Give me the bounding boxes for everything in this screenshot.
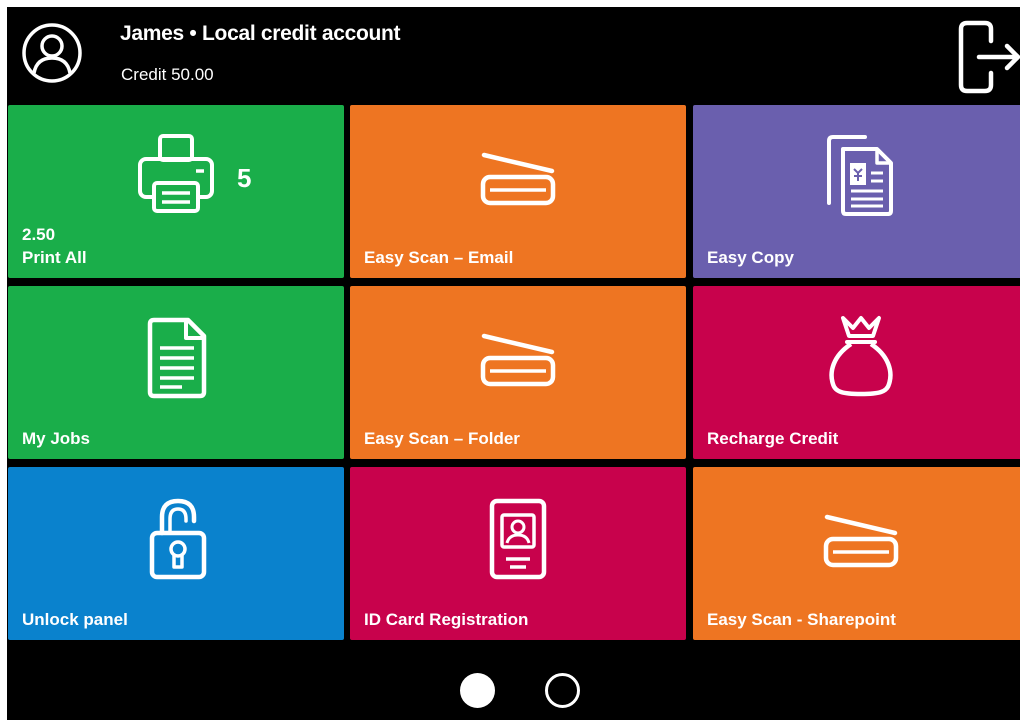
document-icon <box>147 317 207 399</box>
page-dot-1-active[interactable] <box>460 673 495 708</box>
user-header: James • Local credit account Credit 50.0… <box>7 7 1020 105</box>
page-indicator <box>7 652 1020 720</box>
scanner-icon <box>480 152 556 206</box>
terminal-screen: James • Local credit account Credit 50.0… <box>7 7 1020 720</box>
print-all-cost: 2.50 <box>22 225 56 244</box>
tile-my-jobs[interactable]: My Jobs <box>8 286 344 459</box>
tile-label: Easy Scan - Sharepoint <box>707 610 896 629</box>
tile-label: Easy Scan – Folder <box>364 429 520 448</box>
tile-easy-scan-sharepoint[interactable]: Easy Scan - Sharepoint <box>693 467 1020 640</box>
tile-unlock-panel[interactable]: Unlock panel <box>8 467 344 640</box>
printer-icon <box>138 134 214 213</box>
tile-label: Print All <box>22 248 87 267</box>
tile-label: Recharge Credit <box>707 429 839 448</box>
tile-label: My Jobs <box>22 429 91 448</box>
tile-label: ID Card Registration <box>364 610 529 629</box>
logout-icon[interactable] <box>957 17 1020 97</box>
tile-easy-scan-email[interactable]: Easy Scan – Email <box>350 105 686 278</box>
unlocked-padlock-icon <box>149 498 207 580</box>
tile-id-card-registration[interactable]: ID Card Registration <box>350 467 686 640</box>
print-job-count: 5 <box>237 163 252 193</box>
tile-label: Easy Copy <box>707 248 794 267</box>
tile-easy-copy[interactable]: Easy Copy <box>693 105 1020 278</box>
money-bag-icon <box>829 316 893 397</box>
page-dot-2[interactable] <box>545 673 580 708</box>
copy-documents-icon <box>827 135 893 216</box>
tile-label: Easy Scan – Email <box>364 248 514 267</box>
user-avatar-icon[interactable] <box>21 22 83 84</box>
tile-label: Unlock panel <box>22 610 128 629</box>
id-card-icon <box>489 498 547 580</box>
tile-print-all[interactable]: 5 2.50 Print All <box>8 105 344 278</box>
credit-balance: Credit 50.00 <box>121 65 214 84</box>
user-account-title: James • Local credit account <box>120 22 401 45</box>
tile-easy-scan-folder[interactable]: Easy Scan – Folder <box>350 286 686 459</box>
scanner-icon <box>823 514 899 568</box>
tile-recharge-credit[interactable]: Recharge Credit <box>693 286 1020 459</box>
scanner-icon <box>480 333 556 387</box>
